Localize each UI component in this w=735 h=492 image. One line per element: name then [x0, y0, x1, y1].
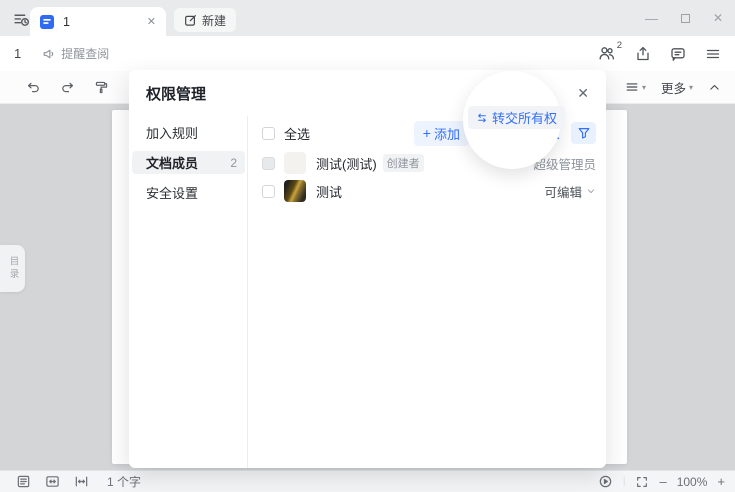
document-icon: [40, 15, 54, 29]
zoom-out-button[interactable]: –: [659, 474, 666, 489]
undo-icon: [26, 80, 41, 95]
more-dropdown[interactable]: 更多 ▾: [661, 78, 693, 97]
text-lines-icon: [625, 80, 639, 94]
toolbar-right: ▾ 更多 ▾: [625, 78, 721, 97]
transfer-icon: [476, 112, 488, 124]
text-style-dropdown[interactable]: ▾: [625, 80, 646, 94]
remind-review-button[interactable]: 提醒查阅: [42, 45, 109, 62]
nav-item-members[interactable]: 文档成员 2: [132, 151, 245, 174]
menu-button[interactable]: [705, 46, 721, 62]
zoom-in-button[interactable]: +: [717, 474, 725, 489]
member-row: 测试 可编辑: [262, 179, 596, 203]
nav-item-label: 加入规则: [146, 123, 198, 142]
comment-icon: [670, 46, 686, 62]
redo-button[interactable]: [60, 80, 75, 95]
undo-button[interactable]: [26, 80, 41, 95]
creator-badge: 创建者: [383, 154, 424, 172]
member-name: 测试: [316, 182, 342, 201]
nav-item-label: 安全设置: [146, 183, 198, 202]
word-count: 1 个字: [107, 473, 141, 490]
doc-history-button[interactable]: [10, 8, 32, 30]
member-name: 测试(测试): [316, 154, 377, 173]
member-role-dropdown[interactable]: 可编辑: [544, 182, 596, 201]
compose-icon: [184, 14, 197, 27]
new-document-label: 新建: [202, 12, 226, 29]
outline-view-button[interactable]: [16, 474, 31, 489]
fit-width-icon: [74, 474, 89, 489]
maximize-icon[interactable]: [681, 14, 690, 23]
comment-button[interactable]: [670, 46, 686, 62]
member-role-label: 可编辑: [544, 182, 582, 201]
presentation-button[interactable]: [598, 474, 613, 489]
zoom-level: 100%: [677, 475, 708, 489]
header-actions: 2: [598, 45, 721, 62]
chevron-down-icon: [586, 186, 596, 196]
page-width-button[interactable]: [45, 474, 60, 489]
status-left: 1 个字: [16, 473, 141, 490]
member-checkbox[interactable]: [262, 185, 275, 198]
more-label: 更多: [661, 78, 686, 97]
format-painter-icon: [94, 80, 109, 95]
toolbar-left: [26, 80, 143, 95]
presentation-icon: [598, 474, 613, 489]
collapse-toolbar-button[interactable]: [708, 81, 721, 94]
select-all-checkbox[interactable]: [262, 127, 275, 140]
filter-icon: [577, 126, 591, 140]
dialog-body: 加入规则 文档成员 2 安全设置 全选 + 添加: [129, 116, 606, 468]
dialog-title: 权限管理: [146, 83, 206, 104]
nav-item-security[interactable]: 安全设置: [132, 181, 245, 204]
fullscreen-icon: [635, 475, 649, 489]
tab-title: 1: [63, 15, 70, 29]
transfer-ownership-label: 转交所有权: [492, 108, 557, 127]
status-divider: |: [623, 476, 626, 487]
filter-member-button[interactable]: [571, 122, 596, 144]
application-window: 1 ✕ 新建 — ✕ 1 提醒查阅 2: [0, 0, 735, 492]
redo-icon: [60, 80, 75, 95]
tab-bar: 1 ✕ 新建 — ✕: [0, 0, 735, 36]
collaborators-icon: [598, 45, 616, 62]
dialog-close-icon[interactable]: ✕: [577, 85, 589, 102]
share-icon: [635, 46, 651, 62]
member-checkbox-disabled: [262, 157, 275, 170]
format-painter-button[interactable]: [94, 80, 109, 95]
status-right: | – 100% +: [598, 474, 725, 489]
window-controls: — ✕: [645, 8, 723, 28]
member-count: 2: [230, 156, 237, 170]
new-document-button[interactable]: 新建: [174, 8, 236, 32]
collaborator-count-badge: 2: [617, 40, 622, 51]
collaborators-button[interactable]: 2: [598, 45, 616, 62]
page-width-icon: [45, 474, 60, 489]
document-tab[interactable]: 1 ✕: [30, 7, 166, 36]
fullscreen-button[interactable]: [635, 475, 649, 489]
window-close-icon[interactable]: ✕: [713, 12, 723, 24]
plus-icon: +: [423, 126, 431, 140]
add-member-label: 添加: [434, 124, 460, 143]
document-header: 1 提醒查阅 2: [0, 36, 735, 71]
select-all-label: 全选: [284, 124, 310, 143]
minimize-icon[interactable]: —: [645, 12, 658, 25]
chevron-up-icon: [708, 81, 721, 94]
dialog-nav: 加入规则 文档成员 2 安全设置: [129, 116, 248, 468]
nav-item-label: 文档成员: [146, 153, 198, 172]
avatar: [284, 152, 306, 174]
doc-list-icon: [13, 11, 30, 28]
members-pane: 全选 + 添加: [248, 116, 606, 468]
nav-item-join-rules[interactable]: 加入规则: [132, 121, 245, 144]
toc-side-tab[interactable]: 目录: [0, 245, 25, 292]
remind-review-label: 提醒查阅: [61, 45, 109, 62]
share-button[interactable]: [635, 46, 651, 62]
tab-close-icon[interactable]: ✕: [147, 15, 156, 28]
transfer-ownership-button[interactable]: 转交所有权: [468, 106, 565, 129]
megaphone-icon: [42, 47, 56, 61]
add-member-button[interactable]: + 添加: [414, 121, 469, 146]
fit-width-button[interactable]: [74, 474, 89, 489]
hamburger-icon: [705, 46, 721, 62]
avatar: [284, 180, 306, 202]
caret-down-icon: ▾: [689, 83, 693, 92]
outline-view-icon: [16, 474, 31, 489]
toc-label: 目录: [6, 256, 20, 281]
document-name: 1: [14, 46, 21, 61]
status-bar: 1 个字 | – 100% +: [0, 470, 735, 492]
caret-down-icon: ▾: [642, 83, 646, 92]
